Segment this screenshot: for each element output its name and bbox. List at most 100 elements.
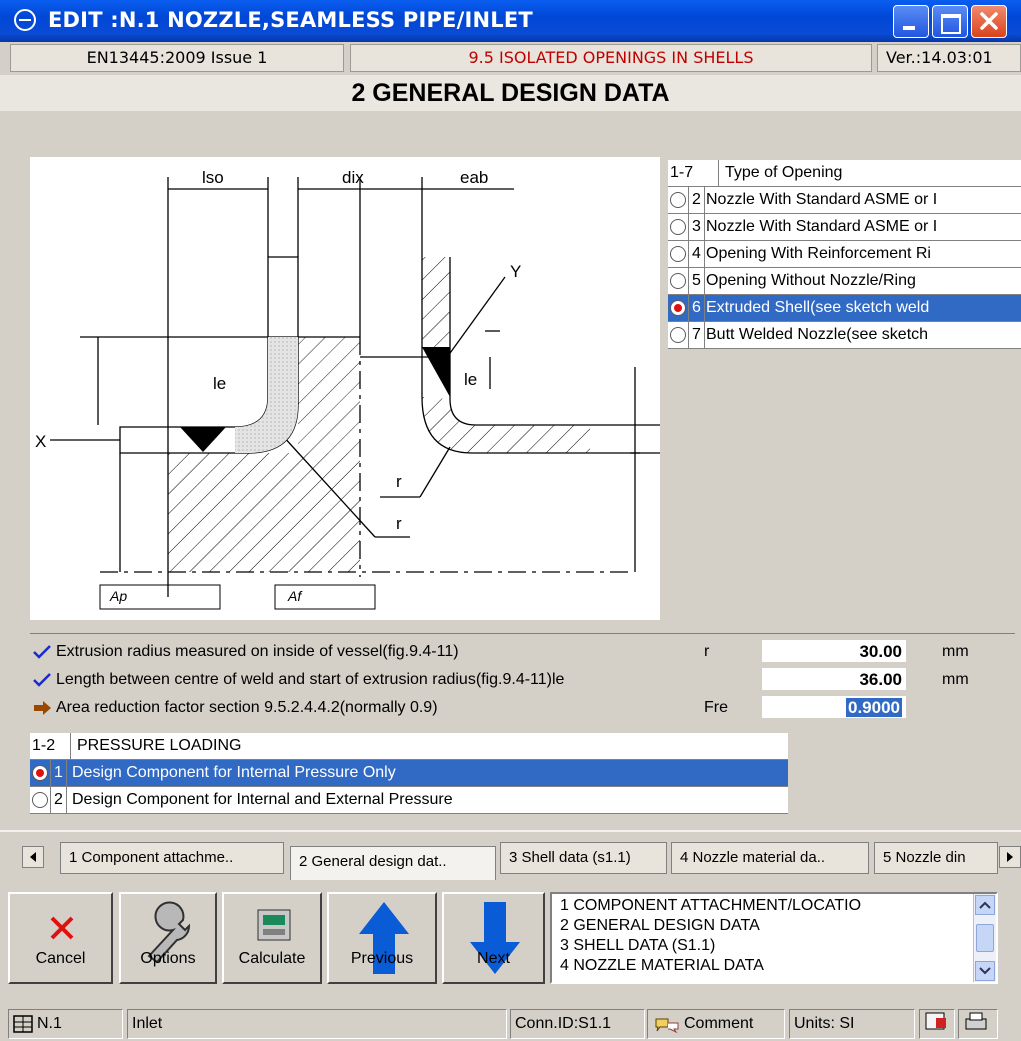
radio-button[interactable] xyxy=(32,765,48,781)
comment-button[interactable]: Comment xyxy=(647,1009,785,1039)
pressure-loading-header: 1-2 PRESSURE LOADING xyxy=(30,733,788,760)
listbox-scrollbar[interactable] xyxy=(973,894,996,982)
calculate-label: Calculate xyxy=(238,950,306,967)
radio-button[interactable] xyxy=(32,792,48,808)
section-list-item[interactable]: 1 COMPONENT ATTACHMENT/LOCATIO xyxy=(560,896,861,916)
opening-type-option[interactable]: 2 Nozzle With Standard ASME or I xyxy=(668,187,1021,214)
parameter-unit: mm xyxy=(942,643,969,660)
parameter-label: Length between centre of weld and start … xyxy=(56,671,565,688)
option-label: Opening Without Nozzle/Ring xyxy=(706,272,916,289)
tab-scroll-right-button[interactable] xyxy=(999,846,1021,868)
close-icon xyxy=(980,12,998,30)
parameter-row: Length between centre of weld and start … xyxy=(30,668,1015,692)
radio-button[interactable] xyxy=(670,300,686,316)
label-r-bottom: r xyxy=(396,514,402,533)
tab-scroll-left-button[interactable] xyxy=(22,846,44,868)
print-button[interactable] xyxy=(958,1009,998,1039)
label-y: Y xyxy=(510,262,521,281)
option-label: Design Component for Internal and Extern… xyxy=(72,791,453,808)
window-title: EDIT :N.1 NOZZLE,SEAMLESS PIPE/INLET xyxy=(48,8,533,32)
previous-label: Previous xyxy=(350,950,414,967)
section-title: 2 GENERAL DESIGN DATA xyxy=(0,75,1021,111)
option-number: 3 xyxy=(688,214,705,240)
option-number: 2 xyxy=(688,187,705,213)
clause-label: 9.5 ISOLATED OPENINGS IN SHELLS xyxy=(350,44,872,72)
label-r-top: r xyxy=(396,472,402,491)
status-connection: Conn.ID:S1.1 xyxy=(510,1009,645,1039)
radio-button[interactable] xyxy=(670,327,686,343)
option-number: 4 xyxy=(688,241,705,267)
status-units: Units: SI xyxy=(789,1009,915,1039)
parameter-value: 36.00 xyxy=(859,670,902,689)
title-bar: EDIT :N.1 NOZZLE,SEAMLESS PIPE/INLET xyxy=(0,0,1021,42)
extruded-nozzle-sketch: lso dix eab Y X le le r r Ap Af xyxy=(30,157,660,620)
scroll-up-button[interactable] xyxy=(975,895,995,915)
scroll-thumb[interactable] xyxy=(976,924,994,952)
opening-type-option[interactable]: 4 Opening With Reinforcement Ri xyxy=(668,241,1021,268)
section-list-item[interactable]: 2 GENERAL DESIGN DATA xyxy=(560,916,861,936)
check-icon xyxy=(33,645,51,659)
section-listbox[interactable]: 1 COMPONENT ATTACHMENT/LOCATIO 2 GENERAL … xyxy=(550,892,998,984)
standard-label: EN13445:2009 Issue 1 xyxy=(10,44,344,72)
close-icon xyxy=(50,916,74,940)
option-number: 1 xyxy=(50,760,67,786)
tab-1[interactable]: 1 Component attachme.. xyxy=(60,842,284,874)
status-id-text: N.1 xyxy=(37,1015,62,1032)
cancel-button[interactable]: Cancel xyxy=(8,892,113,984)
printer-icon xyxy=(965,1012,987,1030)
comment-label: Comment xyxy=(684,1015,754,1032)
cancel-label: Cancel xyxy=(35,950,86,967)
tab-2[interactable]: 2 General design dat.. xyxy=(290,846,496,880)
tab-3[interactable]: 3 Shell data (s1.1) xyxy=(500,842,667,874)
tab-4[interactable]: 4 Nozzle material da.. xyxy=(671,842,869,874)
pressure-loading-option[interactable]: 2 Design Component for Internal and Exter… xyxy=(30,787,788,814)
tab-5[interactable]: 5 Nozzle din xyxy=(874,842,998,874)
options-label: Options xyxy=(140,950,196,967)
next-button[interactable]: Next xyxy=(442,892,545,984)
close-button[interactable] xyxy=(971,5,1007,38)
pressure-loading-header-label: PRESSURE LOADING xyxy=(70,733,241,759)
option-label: Design Component for Internal Pressure O… xyxy=(72,764,396,781)
chevron-up-icon xyxy=(979,901,991,909)
opening-type-option[interactable]: 5 Opening Without Nozzle/Ring xyxy=(668,268,1021,295)
parameter-value: 30.00 xyxy=(859,642,902,661)
parameter-label: Area reduction factor section 9.5.2.4.4.… xyxy=(56,699,438,716)
label-le-right: le xyxy=(464,370,477,389)
chevron-down-icon xyxy=(979,967,991,975)
calculator-icon xyxy=(257,909,291,941)
label-eab: eab xyxy=(460,168,488,187)
label-ap: Ap xyxy=(109,588,127,604)
option-number: 2 xyxy=(50,787,67,813)
options-button[interactable]: Options xyxy=(119,892,217,984)
parameter-value-input[interactable]: 0.9000 xyxy=(762,696,906,718)
radio-button[interactable] xyxy=(670,246,686,262)
option-label: Nozzle With Standard ASME or I xyxy=(706,218,938,235)
maximize-button[interactable] xyxy=(932,5,968,38)
label-x: X xyxy=(35,432,46,451)
opening-type-range: 1-7 xyxy=(670,164,694,181)
radio-button[interactable] xyxy=(670,192,686,208)
parameter-value-input[interactable]: 36.00 xyxy=(762,668,906,690)
opening-type-option[interactable]: 7 Butt Welded Nozzle(see sketch xyxy=(668,322,1021,349)
option-number: 5 xyxy=(688,268,705,294)
app-logo-icon xyxy=(14,9,36,31)
previous-button[interactable]: Previous xyxy=(327,892,437,984)
scroll-down-button[interactable] xyxy=(975,961,995,981)
radio-button[interactable] xyxy=(670,219,686,235)
pressure-loading-option[interactable]: 1 Design Component for Internal Pressure … xyxy=(30,760,788,787)
parameters-panel: Extrusion radius measured on inside of v… xyxy=(30,633,1015,736)
section-list-item[interactable]: 3 SHELL DATA (S1.1) xyxy=(560,936,861,956)
report-button[interactable] xyxy=(919,1009,955,1039)
calculate-button[interactable]: Calculate xyxy=(222,892,322,984)
radio-button[interactable] xyxy=(670,273,686,289)
parameter-value-input[interactable]: 30.00 xyxy=(762,640,906,662)
arrow-left-icon xyxy=(30,852,36,862)
parameter-value: 0.9000 xyxy=(846,698,902,717)
section-list-item[interactable]: 4 NOZZLE MATERIAL DATA xyxy=(560,956,861,976)
minimize-button[interactable] xyxy=(893,5,929,38)
status-id: N.1 xyxy=(8,1009,123,1039)
opening-type-header-label: Type of Opening xyxy=(718,160,842,186)
opening-type-option[interactable]: 6 Extruded Shell(see sketch weld xyxy=(668,295,1021,322)
arrow-right-icon xyxy=(34,701,51,715)
opening-type-option[interactable]: 3 Nozzle With Standard ASME or I xyxy=(668,214,1021,241)
